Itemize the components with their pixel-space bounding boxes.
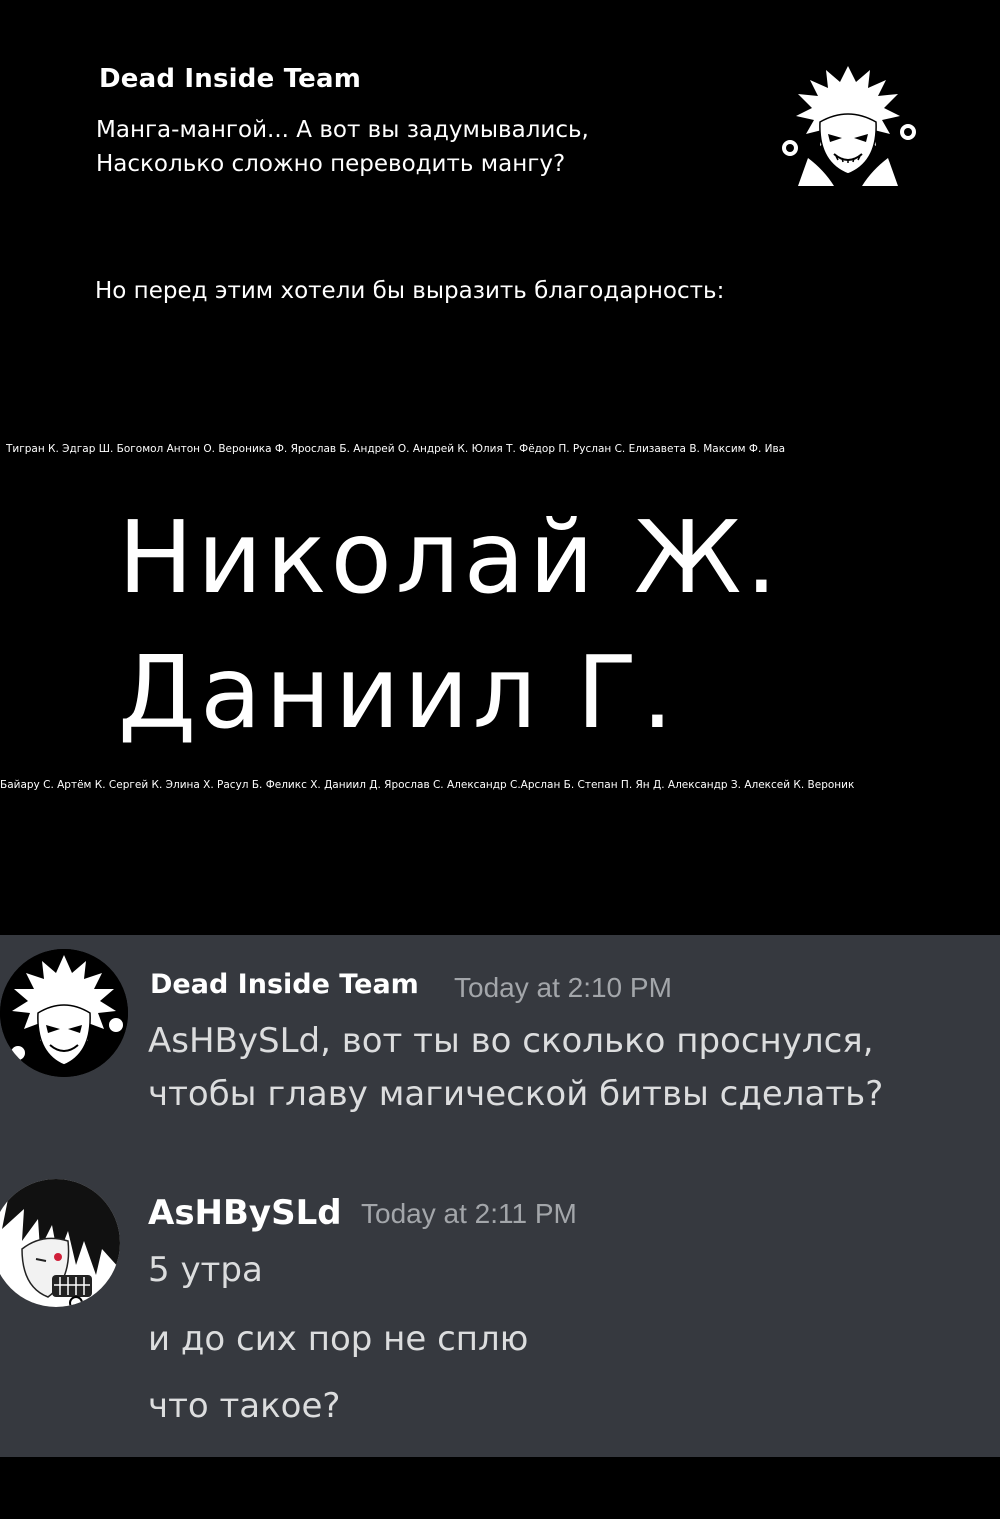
message-timestamp: Today at 2:10 PM [454, 972, 672, 1003]
anime-character-logo-icon [778, 62, 918, 188]
ashbysld-avatar-icon[interactable] [0, 1179, 120, 1307]
team-title: Dead Inside Team [99, 64, 362, 94]
message-text: 5 утра [148, 1250, 263, 1290]
message-timestamp: Today at 2:11 PM [361, 1198, 577, 1229]
credits-page: Dead Inside Team Манга-мангой... А вот в… [0, 0, 1000, 935]
supporters-strip-bottom: Байару С. Артём К. Сергей К. Элина Х. Ра… [0, 779, 855, 791]
bottom-margin [0, 1457, 1000, 1519]
message-text: что такое? [148, 1386, 341, 1426]
thanks-text: Но перед этим хотели бы выразить благода… [95, 278, 725, 304]
featured-supporters: Николай Ж. Даниил Г. [118, 490, 781, 760]
message-text: чтобы главу магической битвы сделать? [148, 1074, 884, 1114]
intro-text: Манга-мангой... А вот вы задумывались, Н… [96, 117, 589, 177]
featured-supporter-1: Николай Ж. [118, 499, 782, 616]
message-author[interactable]: AsHBySLd [148, 1190, 342, 1236]
chat-panel: Dead Inside Team Today at 2:10 PM AsHByS… [0, 935, 1000, 1457]
message-text: AsHBySLd, вот ты во сколько проснулся, [148, 1021, 874, 1061]
featured-supporter-2: Даниил Г. [118, 634, 678, 751]
message-text: и до сих пор не сплю [148, 1319, 529, 1359]
supporters-strip-top: Тигран К. Эдгар Ш. Богомол Антон О. Веро… [6, 443, 786, 455]
dead-inside-avatar-icon[interactable] [0, 949, 128, 1077]
message-author[interactable]: Dead Inside Team [150, 965, 419, 1005]
